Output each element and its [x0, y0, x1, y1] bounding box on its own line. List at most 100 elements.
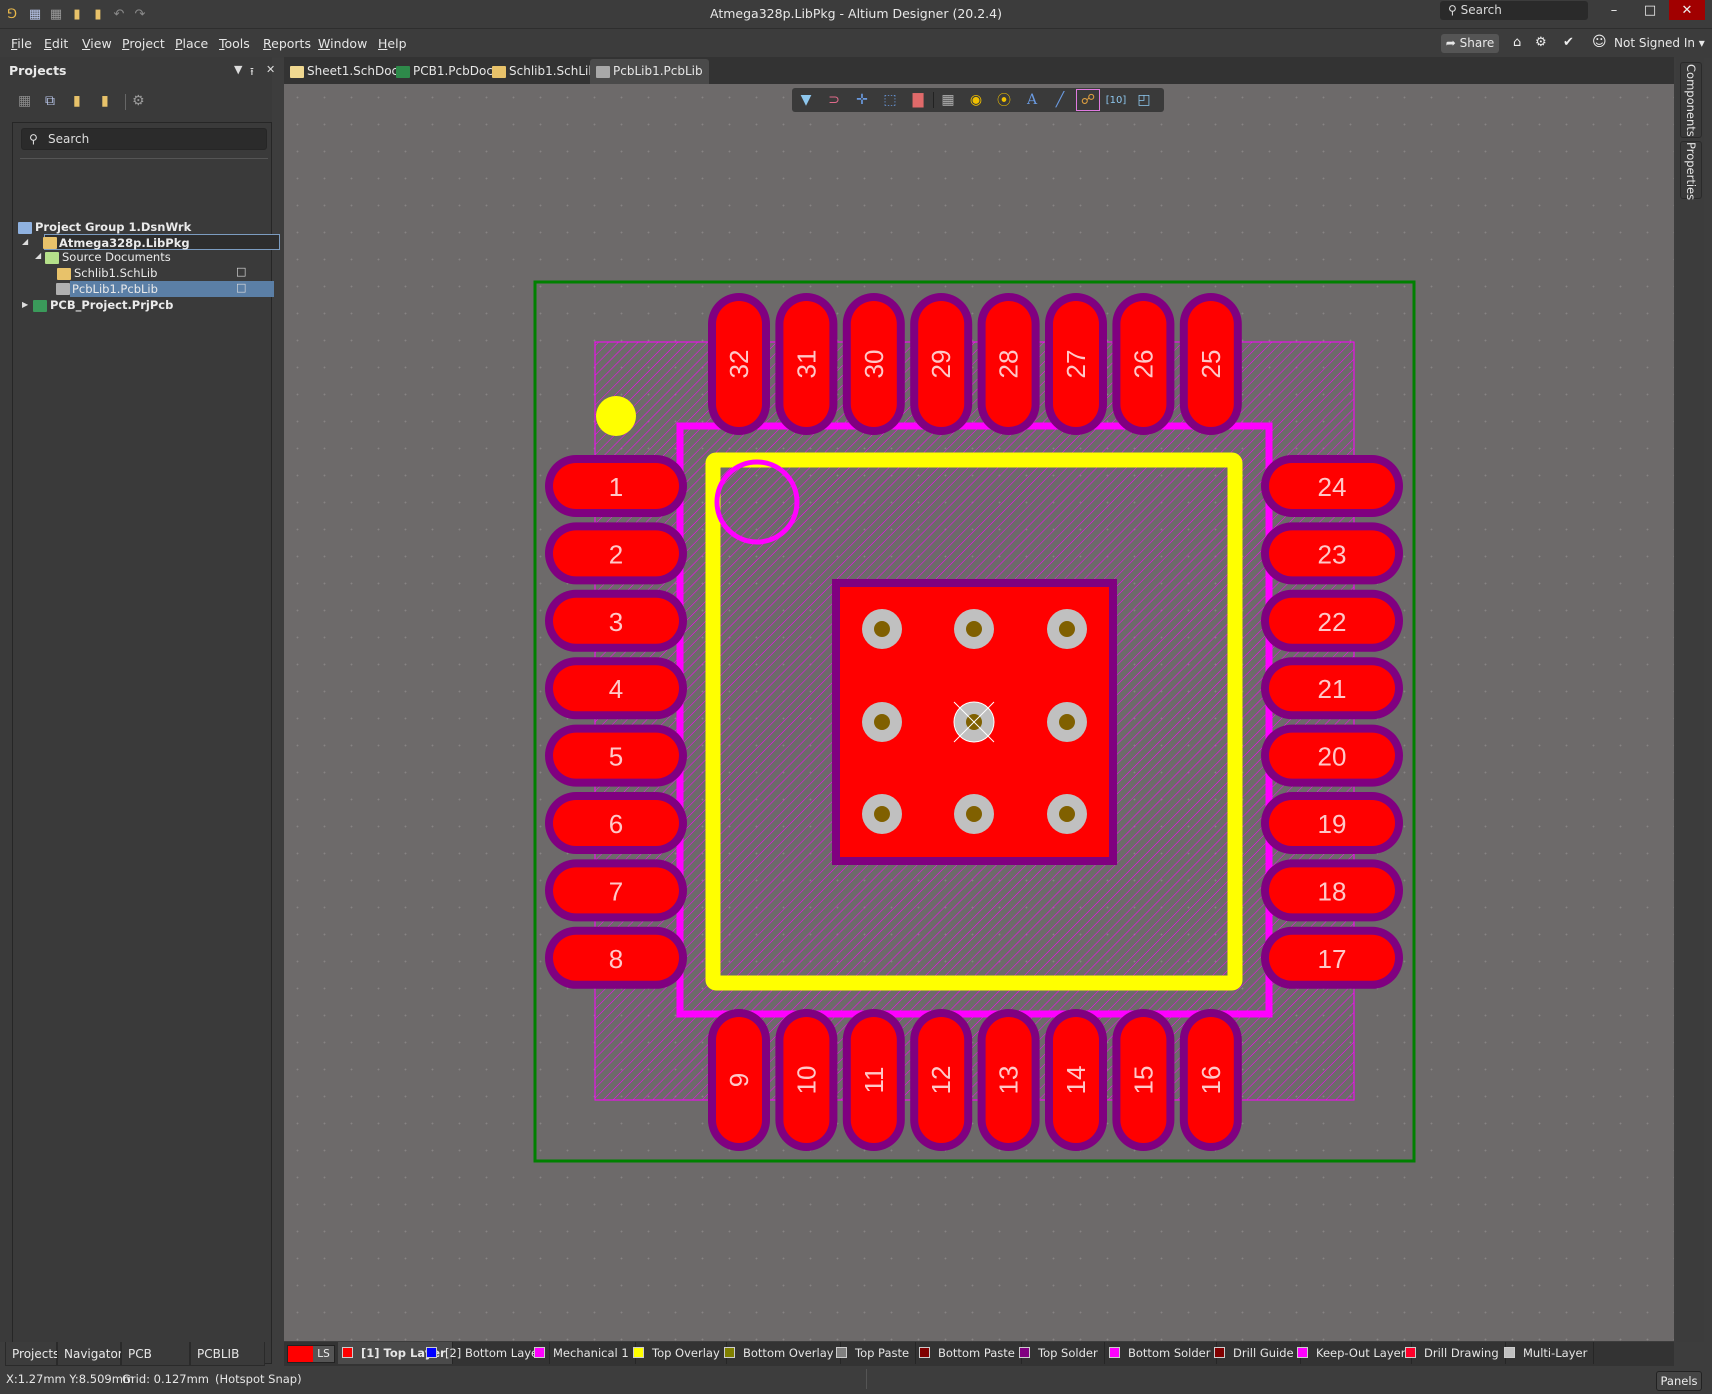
pad-label[interactable]: 7 — [609, 876, 623, 906]
home-icon[interactable]: ⌂ — [1513, 35, 1521, 50]
pad-label[interactable]: 16 — [1196, 1066, 1226, 1095]
menu-window[interactable]: Window — [318, 36, 367, 51]
tab-schlib1-schlib[interactable]: Schlib1.SchLib — [492, 59, 596, 84]
pad-label[interactable]: 10 — [791, 1066, 821, 1095]
open-icon[interactable]: ▮ — [68, 5, 86, 23]
tree-item-prjpcb[interactable]: PCB_Project.PrjPcb — [33, 297, 173, 313]
component-icon[interactable]: ▦ — [937, 90, 959, 110]
pin-icon[interactable]: ⭱ — [250, 63, 254, 82]
tree-item-libpkg[interactable]: Atmega328p.LibPkg — [43, 234, 280, 250]
layer-tab[interactable]: Bottom Overlay — [720, 1342, 841, 1364]
menu-place[interactable]: Place — [175, 36, 208, 51]
pad-label[interactable]: 28 — [994, 350, 1024, 379]
pad-label[interactable]: 21 — [1318, 674, 1347, 704]
interactive-route-icon[interactable]: ☍ — [1076, 89, 1100, 111]
save-all-icon[interactable]: ▦ — [47, 5, 65, 23]
region-icon[interactable]: ◰ — [1133, 90, 1155, 110]
save-icon[interactable]: ▦ — [26, 5, 44, 23]
pad-label[interactable]: 18 — [1318, 876, 1347, 906]
expand-arrow-icon[interactable]: ◢ — [22, 237, 28, 246]
text-icon[interactable]: A — [1021, 90, 1043, 110]
layer-tab[interactable]: Mechanical 1 — [530, 1342, 636, 1364]
save-project-icon[interactable]: ▦ — [18, 93, 31, 109]
maximize-button[interactable]: □ — [1632, 0, 1668, 20]
tab-projects[interactable]: Projects — [5, 1342, 59, 1366]
notifications-icon[interactable]: ✔ — [1563, 35, 1574, 50]
altium-logo-icon[interactable]: ⅁ — [3, 5, 21, 23]
pad-label[interactable]: 14 — [1061, 1066, 1091, 1095]
panels-button[interactable]: Panels — [1656, 1371, 1702, 1391]
pad-label[interactable]: 8 — [609, 944, 623, 974]
user-signin-menu[interactable]: Not Signed In ▾ — [1614, 36, 1705, 50]
pad-label[interactable]: 9 — [724, 1073, 754, 1087]
line-icon[interactable]: ╱ — [1049, 90, 1071, 110]
crosshair-icon[interactable]: ✛ — [851, 90, 873, 110]
minimize-button[interactable]: – — [1596, 0, 1632, 20]
pad-label[interactable]: 6 — [609, 809, 623, 839]
user-icon[interactable]: ☺ — [1592, 34, 1607, 50]
pad-label[interactable]: 25 — [1196, 350, 1226, 379]
snap-magnet-icon[interactable]: ⊃ — [823, 90, 845, 110]
pad-label[interactable]: 17 — [1318, 944, 1347, 974]
tree-item-workspace[interactable]: Project Group 1.DsnWrk — [18, 219, 191, 235]
pad-label[interactable]: 5 — [609, 742, 623, 772]
components-panel-tab[interactable]: Components — [1680, 62, 1702, 138]
project-search-input[interactable]: ⚲ Search — [21, 128, 267, 150]
pad-icon[interactable]: ◉ — [965, 90, 987, 110]
pad-label[interactable]: 11 — [859, 1067, 889, 1094]
layer-tab[interactable]: Bottom Solder — [1105, 1342, 1218, 1364]
layer-tab[interactable]: Top Paste — [832, 1342, 917, 1364]
filter-icon[interactable]: ▼ — [795, 90, 817, 110]
open-project-icon[interactable]: ▮ — [89, 5, 107, 23]
tab-pcblib-filter[interactable]: PCBLIB Filter — [190, 1342, 265, 1385]
pad-label[interactable]: 29 — [926, 350, 956, 379]
layer-tab[interactable]: Top Overlay — [629, 1342, 727, 1364]
undo-icon[interactable]: ↶ — [110, 5, 128, 23]
expand-arrow-icon[interactable]: ◢ — [35, 251, 41, 260]
tab-pcb-library[interactable]: PCB Library — [121, 1342, 190, 1385]
pad-label[interactable]: 32 — [724, 350, 754, 379]
browse-folder-icon[interactable]: ▮ — [73, 93, 81, 109]
gear-icon[interactable]: ⚙ — [1535, 35, 1547, 50]
collapse-arrow-icon[interactable]: ▶ — [22, 300, 28, 309]
footprint-drawing[interactable]: 32 31 30 29 28 27 26 259 10 11 12 13 14 15 16123456782… — [284, 84, 1674, 1341]
copy-docs-icon[interactable]: ⧉ — [45, 93, 55, 109]
pad-label[interactable]: 24 — [1318, 472, 1347, 502]
tab-navigator[interactable]: Navigator — [57, 1342, 123, 1366]
layer-tab[interactable]: Top Solder — [1015, 1342, 1105, 1364]
select-rect-icon[interactable]: ⬚ — [879, 90, 901, 110]
pad-label[interactable]: 3 — [609, 607, 623, 637]
menu-edit[interactable]: Edit — [44, 36, 68, 51]
global-search-input[interactable]: ⚲ Search — [1440, 1, 1588, 20]
align-icon[interactable]: ▇ — [907, 90, 929, 110]
menu-view[interactable]: View — [82, 36, 112, 51]
via-icon[interactable]: ⦿ — [993, 90, 1015, 110]
pad-label[interactable]: 30 — [859, 350, 889, 379]
folder-settings-icon[interactable]: ▮ — [101, 93, 109, 109]
pad-label[interactable]: 12 — [926, 1066, 956, 1095]
panel-menu-icon[interactable]: ▼ — [234, 63, 242, 76]
properties-panel-tab[interactable]: Properties — [1680, 141, 1702, 200]
layer-tab[interactable]: Keep-Out Layer — [1293, 1342, 1413, 1364]
pad-label[interactable]: 13 — [994, 1066, 1024, 1095]
layer-tab[interactable]: Drill Drawing — [1401, 1342, 1506, 1364]
layer-tab[interactable]: Bottom Paste — [915, 1342, 1022, 1364]
project-options-icon[interactable]: ⚙ — [132, 93, 145, 109]
dimension-icon[interactable]: [10] — [1105, 90, 1127, 110]
pad-label[interactable]: 31 — [791, 350, 821, 379]
panel-close-icon[interactable]: ✕ — [266, 63, 275, 76]
layer-tab[interactable]: Multi-Layer — [1500, 1342, 1595, 1364]
tree-item-source-documents[interactable]: Source Documents — [45, 249, 171, 265]
menu-file[interactable]: File — [11, 36, 32, 51]
menu-help[interactable]: Help — [378, 36, 407, 51]
pad-label[interactable]: 15 — [1128, 1066, 1158, 1095]
pcb-canvas[interactable]: 32 31 30 29 28 27 26 25 9 10 11 12 13 14 15 16 1 2 3 4 5 6 7 8 2… — [284, 84, 1674, 1341]
menu-project[interactable]: Project — [122, 36, 165, 51]
menu-tools[interactable]: Tools — [219, 36, 250, 51]
pad-label[interactable]: 1 — [609, 472, 623, 502]
pad-label[interactable]: 22 — [1318, 607, 1347, 637]
tab-sheet1-schdoc[interactable]: Sheet1.SchDoc — [290, 59, 398, 84]
share-button[interactable]: ➦ Share — [1441, 34, 1499, 53]
close-button[interactable]: ✕ — [1669, 0, 1705, 20]
pad-label[interactable]: 27 — [1061, 350, 1091, 379]
